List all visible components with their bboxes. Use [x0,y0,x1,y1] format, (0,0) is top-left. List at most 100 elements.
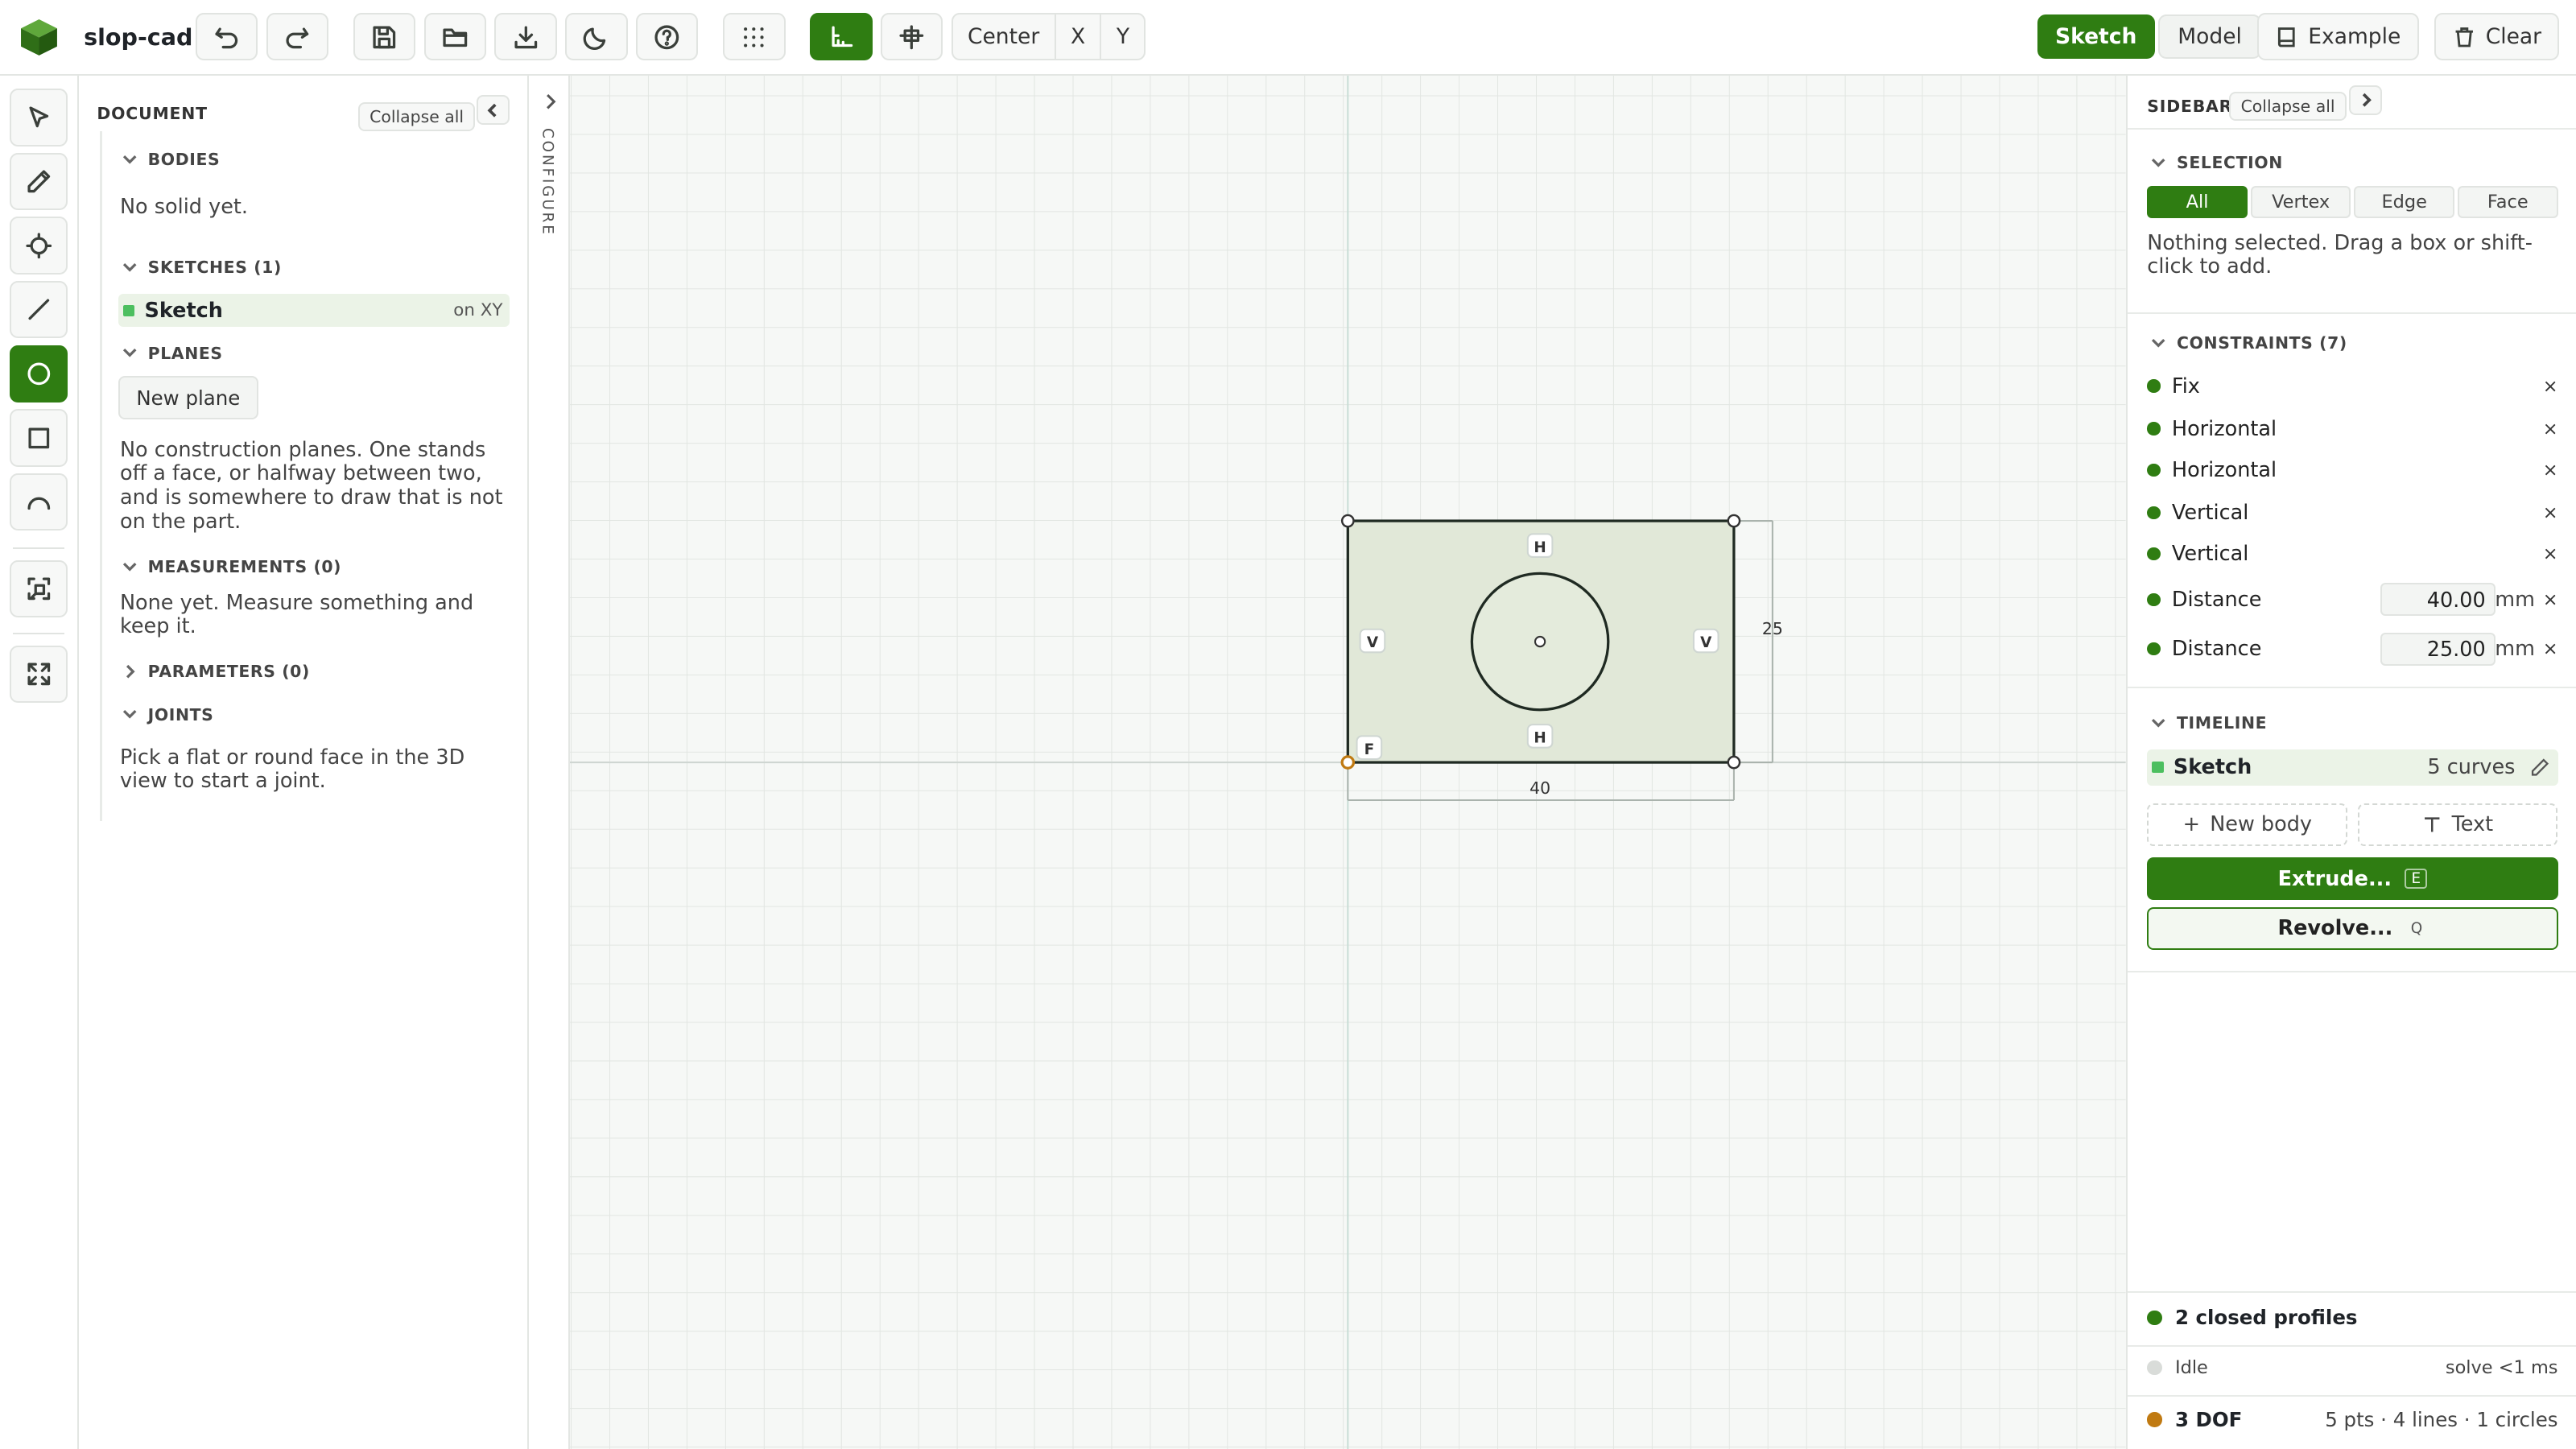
vertex-point[interactable] [1727,755,1741,770]
sidebar-divider [2127,971,2576,973]
sketch-color-swatch [123,304,135,316]
fixed-vertex-point[interactable] [1340,755,1356,770]
open-button[interactable] [423,13,487,61]
undo-button[interactable] [195,13,258,61]
line-tool-button[interactable] [10,280,68,339]
select-tool-button[interactable] [10,89,68,147]
constraint-status-dot [2147,422,2161,436]
constraint-row[interactable]: Fix × [2147,369,2558,402]
configure-strip[interactable]: CONFIGURE [529,75,571,1449]
snap-y-option[interactable]: Y [1101,14,1144,59]
text-button[interactable]: Text [2357,803,2558,846]
parameters-section-header[interactable]: PARAMETERS (0) [122,662,310,681]
sidebar-collapse-all-button[interactable]: Collapse all [2229,92,2347,122]
doc-collapse-all-button[interactable]: Collapse all [357,101,476,131]
constraint-row[interactable]: Horizontal × [2147,453,2558,486]
constraint-row[interactable]: Distance 40.00 mm × [2147,583,2558,617]
constraint-badge-right[interactable]: V [1693,628,1719,654]
constraint-badge-bottom[interactable]: H [1526,723,1554,749]
filter-face-button[interactable]: Face [2458,185,2558,219]
clear-button[interactable]: Clear [2434,13,2560,61]
cursor-icon [29,106,48,127]
filter-all-button[interactable]: All [2147,185,2248,219]
text-icon [2424,817,2440,832]
revolve-button[interactable]: Revolve... Q [2147,906,2558,950]
edit-pencil-icon[interactable] [2530,758,2549,777]
planes-section-title: PLANES [147,343,223,363]
constraints-section-header[interactable]: CONSTRAINTS (7) [2150,333,2347,353]
snap-x-option[interactable]: X [1056,14,1102,60]
sketches-section-header[interactable]: SKETCHES (1) [122,258,282,277]
vertex-point[interactable] [1341,514,1355,528]
constraint-row[interactable]: Vertical × [2147,537,2558,570]
new-plane-button[interactable]: New plane [118,376,258,419]
sketch-list-item[interactable]: Sketch on XY [118,294,510,328]
constraint-label: H [1534,539,1546,556]
timeline-color-swatch [2152,761,2164,774]
grid-toggle-button[interactable] [722,13,786,61]
remove-constraint-button[interactable]: × [2543,460,2558,481]
circle-icon [27,362,50,386]
selection-section-header[interactable]: SELECTION [2150,153,2283,172]
fit-selection-button[interactable] [10,559,68,618]
timeline-section-header[interactable]: TIMELINE [2150,713,2267,733]
help-button[interactable] [635,13,699,61]
filter-edge-button[interactable]: Edge [2354,185,2454,219]
redo-button[interactable] [266,13,329,61]
snap-center-option[interactable]: Center [953,14,1056,60]
measurements-section-header[interactable]: MEASUREMENTS (0) [122,557,341,576]
new-body-label: New body [2210,812,2312,837]
download-icon [514,26,537,48]
undo-icon [215,27,238,48]
joints-section-header[interactable]: JOINTS [122,705,213,724]
fit-view-button[interactable] [10,646,68,704]
chevron-down-icon [122,155,137,164]
download-button[interactable] [494,13,557,61]
circle-center-point[interactable] [1534,635,1546,648]
constraint-badge-fix[interactable]: F [1356,735,1383,760]
sketch-mode-button[interactable]: Sketch [2037,14,2155,60]
pencil-tool-button[interactable] [10,152,68,211]
remove-constraint-button[interactable]: × [2543,589,2558,610]
chevron-down-icon [122,349,137,357]
vertex-point[interactable] [1727,514,1741,528]
constraint-row[interactable]: Vertical × [2147,496,2558,529]
new-body-button[interactable]: + New body [2147,803,2348,846]
distance-value-input[interactable]: 25.00 [2380,632,2496,666]
geometry-counts: 5 pts · 4 lines · 1 circles [2325,1407,2558,1431]
dark-mode-button[interactable] [565,13,628,61]
remove-constraint-button[interactable]: × [2543,502,2558,523]
arc-tool-button[interactable] [10,473,68,531]
distance-value-input[interactable]: 40.00 [2380,583,2496,617]
planes-section-header[interactable]: PLANES [122,344,223,363]
remove-constraint-button[interactable]: × [2543,376,2558,397]
tree-guide-line [100,131,102,822]
remove-constraint-button[interactable]: × [2543,543,2558,564]
rectangle-tool-button[interactable] [10,409,68,467]
constraint-badge-left[interactable]: V [1359,628,1386,654]
save-button[interactable] [353,13,416,61]
constraint-status-dot [2147,463,2161,477]
height-dimension-label[interactable]: 25 [1762,619,1783,638]
example-button[interactable]: Example [2257,13,2419,61]
constraint-name: Vertical [2171,541,2249,566]
width-dimension-label[interactable]: 40 [1530,778,1550,798]
timeline-item[interactable]: Sketch 5 curves [2147,749,2558,786]
remove-constraint-button[interactable]: × [2543,638,2558,659]
origin-snap-button[interactable] [880,13,943,61]
bodies-section-header[interactable]: BODIES [122,150,220,169]
constraint-row[interactable]: Horizontal × [2147,412,2558,445]
axes-toggle-button[interactable] [810,13,873,61]
constraint-row[interactable]: Distance 25.00 mm × [2147,632,2558,666]
filter-vertex-button[interactable]: Vertex [2250,185,2351,219]
point-tool-button[interactable] [10,217,68,275]
sidebar-collapse-panel-button[interactable] [2349,85,2383,115]
sketch-canvas[interactable]: 40 25 H H V V F [570,75,2126,1449]
extrude-button[interactable]: Extrude... E [2147,857,2558,901]
constraint-badge-top[interactable]: H [1526,533,1554,558]
chevron-down-icon [122,562,137,572]
doc-collapse-panel-button[interactable] [476,95,510,126]
circle-tool-button[interactable] [10,345,68,402]
remove-constraint-button[interactable]: × [2543,419,2558,440]
model-mode-button[interactable]: Model [2157,14,2262,60]
